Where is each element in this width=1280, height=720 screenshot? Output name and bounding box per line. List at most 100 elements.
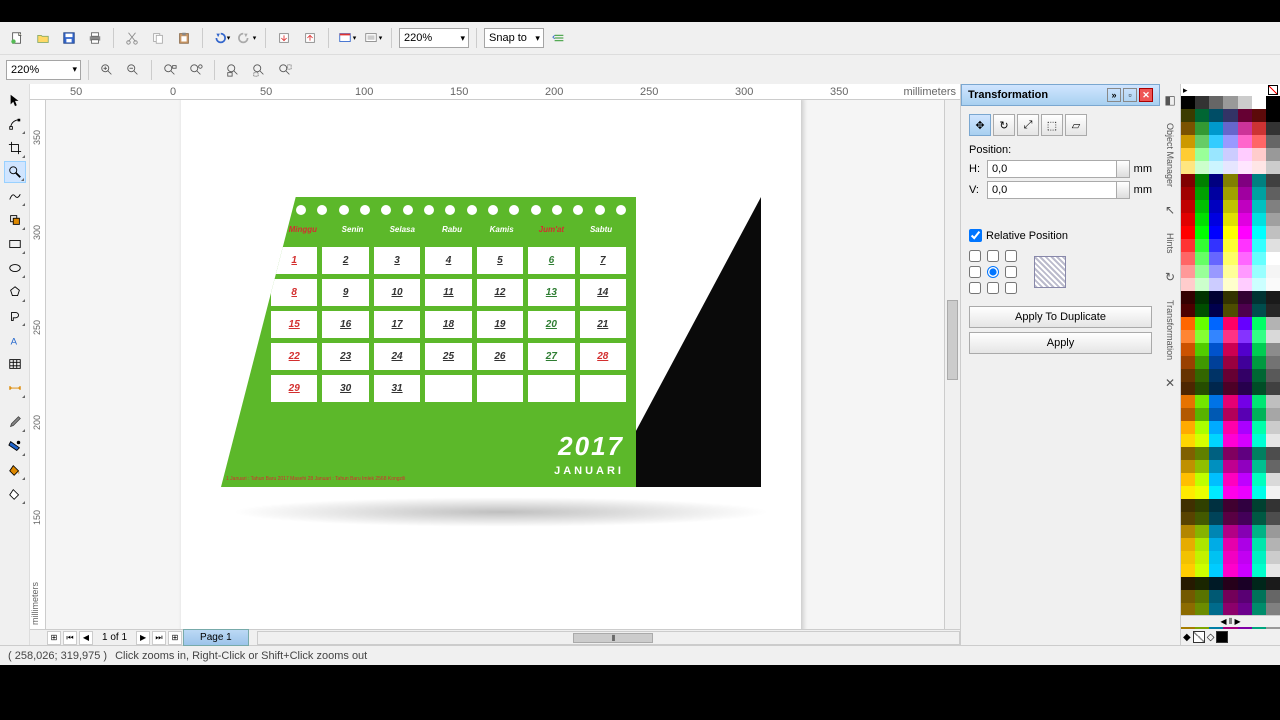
color-swatch[interactable]	[1238, 161, 1252, 174]
color-swatch[interactable]	[1181, 213, 1195, 226]
interactive-fill-tool[interactable]	[4, 483, 26, 505]
color-swatch[interactable]	[1181, 291, 1195, 304]
color-swatch[interactable]	[1223, 278, 1237, 291]
color-swatch[interactable]	[1266, 226, 1280, 239]
color-swatch[interactable]	[1238, 122, 1252, 135]
color-swatch[interactable]	[1209, 174, 1223, 187]
color-swatch[interactable]	[1266, 174, 1280, 187]
prev-page-button[interactable]: ◀	[79, 631, 93, 645]
color-swatch[interactable]	[1209, 421, 1223, 434]
color-swatch[interactable]	[1223, 590, 1237, 603]
color-swatch[interactable]	[1195, 278, 1209, 291]
color-swatch[interactable]	[1209, 200, 1223, 213]
color-swatch[interactable]	[1252, 499, 1266, 512]
color-swatch[interactable]	[1195, 96, 1209, 109]
color-swatch[interactable]	[1252, 330, 1266, 343]
color-swatch[interactable]	[1238, 330, 1252, 343]
color-swatch[interactable]	[1223, 408, 1237, 421]
color-swatch[interactable]	[1209, 122, 1223, 135]
color-swatch[interactable]	[1181, 395, 1195, 408]
color-swatch[interactable]	[1195, 460, 1209, 473]
outline-tool[interactable]	[4, 435, 26, 457]
open-button[interactable]	[32, 27, 54, 49]
zoom-width-button[interactable]	[248, 59, 270, 81]
color-swatch[interactable]	[1209, 434, 1223, 447]
color-swatch[interactable]	[1238, 512, 1252, 525]
color-swatch[interactable]	[1223, 395, 1237, 408]
color-swatch[interactable]	[1209, 187, 1223, 200]
color-swatch[interactable]	[1195, 499, 1209, 512]
color-swatch[interactable]	[1181, 278, 1195, 291]
color-swatch[interactable]	[1181, 473, 1195, 486]
zoom-in-button[interactable]	[96, 59, 118, 81]
color-swatch[interactable]	[1238, 96, 1252, 109]
color-swatch[interactable]	[1223, 499, 1237, 512]
color-swatch[interactable]	[1266, 109, 1280, 122]
color-swatch[interactable]	[1252, 590, 1266, 603]
color-swatch[interactable]	[1209, 304, 1223, 317]
color-swatch[interactable]	[1266, 278, 1280, 291]
zoom-out-button[interactable]	[122, 59, 144, 81]
color-swatch[interactable]	[1181, 252, 1195, 265]
color-swatch[interactable]	[1223, 213, 1237, 226]
zoom-main-select[interactable]: 220%	[399, 28, 469, 48]
docker-titlebar[interactable]: Transformation » ▫ ✕	[961, 84, 1160, 106]
color-swatch[interactable]	[1252, 460, 1266, 473]
color-swatch[interactable]	[1238, 395, 1252, 408]
color-swatch[interactable]	[1223, 148, 1237, 161]
color-swatch[interactable]	[1181, 382, 1195, 395]
color-swatch[interactable]	[1266, 408, 1280, 421]
color-swatch[interactable]	[1209, 538, 1223, 551]
color-swatch[interactable]	[1266, 200, 1280, 213]
color-swatch[interactable]	[1252, 369, 1266, 382]
print-button[interactable]	[84, 27, 106, 49]
color-swatch[interactable]	[1266, 122, 1280, 135]
tab-object-manager[interactable]: Object Manager	[1163, 119, 1177, 191]
color-swatch[interactable]	[1266, 486, 1280, 499]
color-swatch[interactable]	[1252, 265, 1266, 278]
table-tool[interactable]	[4, 353, 26, 375]
color-swatch[interactable]	[1238, 525, 1252, 538]
color-swatch[interactable]	[1195, 408, 1209, 421]
add-page-after-button[interactable]: ⊞	[168, 631, 182, 645]
color-swatch[interactable]	[1223, 122, 1237, 135]
add-page-button[interactable]: ⊞	[47, 631, 61, 645]
color-swatch[interactable]	[1181, 369, 1195, 382]
color-swatch[interactable]	[1223, 421, 1237, 434]
color-swatch[interactable]	[1252, 213, 1266, 226]
color-swatch[interactable]	[1238, 252, 1252, 265]
color-swatch[interactable]	[1252, 317, 1266, 330]
color-swatch[interactable]	[1181, 577, 1195, 590]
color-swatch[interactable]	[1266, 577, 1280, 590]
color-swatch[interactable]	[1252, 239, 1266, 252]
color-swatch[interactable]	[1209, 512, 1223, 525]
color-swatch[interactable]	[1195, 187, 1209, 200]
tab-transformation[interactable]: Transformation	[1163, 296, 1177, 364]
color-swatch[interactable]	[1238, 148, 1252, 161]
text-tool[interactable]: A	[4, 329, 26, 351]
color-swatch[interactable]	[1266, 473, 1280, 486]
copy-button[interactable]	[147, 27, 169, 49]
color-swatch[interactable]	[1252, 174, 1266, 187]
color-swatch[interactable]	[1181, 226, 1195, 239]
color-swatch[interactable]	[1181, 304, 1195, 317]
tab-icon-2[interactable]: ↖	[1163, 199, 1177, 221]
tab-hints[interactable]: Hints	[1163, 229, 1177, 258]
color-swatch[interactable]	[1195, 304, 1209, 317]
color-swatch[interactable]	[1195, 590, 1209, 603]
color-swatch[interactable]	[1252, 538, 1266, 551]
color-swatch[interactable]	[1266, 538, 1280, 551]
color-swatch[interactable]	[1252, 161, 1266, 174]
color-swatch[interactable]	[1181, 122, 1195, 135]
color-swatch[interactable]	[1223, 564, 1237, 577]
color-swatch[interactable]	[1252, 304, 1266, 317]
color-swatch[interactable]	[1252, 343, 1266, 356]
color-swatch[interactable]	[1266, 551, 1280, 564]
color-swatch[interactable]	[1252, 148, 1266, 161]
color-swatch[interactable]	[1238, 135, 1252, 148]
color-swatch[interactable]	[1181, 408, 1195, 421]
scrollbar-vertical[interactable]	[944, 100, 960, 629]
tab-icon-3[interactable]: ↻	[1163, 266, 1177, 288]
app-launcher-button[interactable]: ▾	[336, 27, 358, 49]
color-swatch[interactable]	[1252, 135, 1266, 148]
